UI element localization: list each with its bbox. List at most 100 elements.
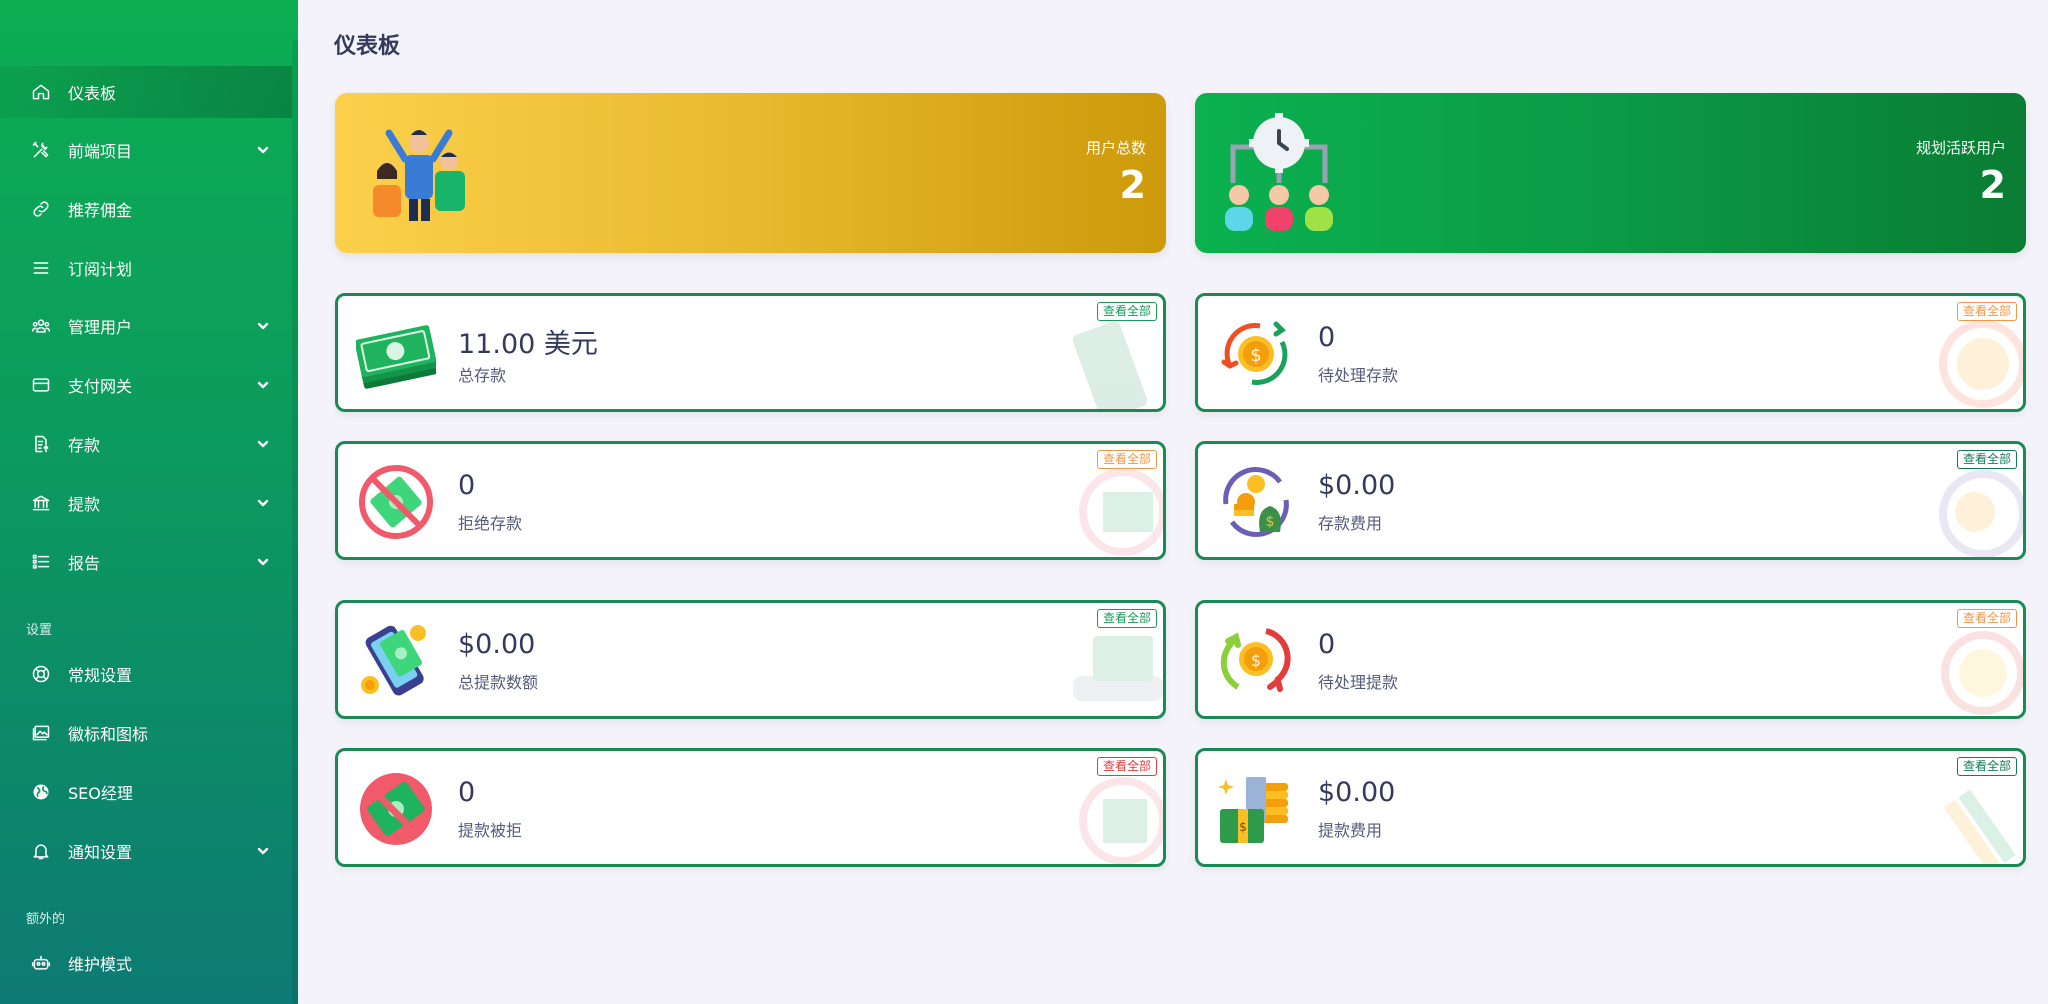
sidebar-item-plans[interactable]: 订阅计划 xyxy=(0,242,292,294)
view-all-button[interactable]: 查看全部 xyxy=(1096,450,1157,469)
stat-value: 0 xyxy=(1318,322,1336,353)
tools-icon xyxy=(30,139,52,161)
page-title: 仪表板 xyxy=(334,34,401,59)
stat-card-pending-deposits[interactable]: $ 0 待处理存款 查看全部 xyxy=(1195,293,2026,412)
view-all-button[interactable]: 查看全部 xyxy=(1956,757,2017,776)
chevron-down-icon xyxy=(256,318,270,332)
rejected-watermark-icon xyxy=(1079,468,1163,556)
fees-watermark-icon xyxy=(1939,470,2023,557)
users-icon xyxy=(30,315,52,337)
team-celebration-icon xyxy=(373,129,465,221)
stat-value: $0.00 xyxy=(458,629,536,660)
stat-card-rejected-withdrawals[interactable]: 0 提款被拒 查看全部 xyxy=(335,748,1166,867)
active-plan-users-value: 2 xyxy=(1979,163,2006,207)
stat-caption: 存款费用 xyxy=(1318,514,1383,533)
view-all-button[interactable]: 查看全部 xyxy=(1956,609,2017,628)
coin-cycle-icon: $ xyxy=(1221,321,1288,385)
sidebar-item-label: 前端项目 xyxy=(68,142,133,161)
list-icon xyxy=(30,257,52,279)
stat-value: $0.00 xyxy=(1318,777,1396,808)
view-all-button[interactable]: 查看全部 xyxy=(1096,302,1157,321)
sidebar-item-label: 存款 xyxy=(68,436,101,455)
bell-icon xyxy=(30,840,52,862)
sidebar-item-dashboard[interactable]: 仪表板 xyxy=(0,66,292,118)
sidebar-item-reports[interactable]: 报告 xyxy=(0,536,292,588)
sidebar-item-label: 常规设置 xyxy=(68,666,133,685)
deposit-icon xyxy=(30,433,52,455)
stat-caption: 总存款 xyxy=(458,366,507,385)
team-schedule-icon xyxy=(1225,113,1333,231)
view-all-button[interactable]: 查看全部 xyxy=(1956,450,2017,469)
money-rejected-icon xyxy=(360,773,432,845)
svg-text:$: $ xyxy=(1251,651,1261,670)
svg-text:$: $ xyxy=(1239,820,1247,834)
link-icon xyxy=(30,198,52,220)
chevron-down-icon xyxy=(256,495,270,509)
report-list-icon xyxy=(30,551,52,573)
sidebar-item-label: 订阅计划 xyxy=(68,260,133,279)
sidebar-item-seo[interactable]: SEO经理 xyxy=(0,766,292,818)
sidebar-item-referral[interactable]: 推荐佣金 xyxy=(0,183,292,235)
active-plan-users-card[interactable]: 规划活跃用户 2 xyxy=(1195,93,2026,253)
rejected-withdraw-watermark-icon xyxy=(1079,777,1163,864)
cash-and-coins-icon: $ xyxy=(1218,777,1288,843)
globe-icon xyxy=(30,781,52,803)
sidebar: 仪表板 前端项目 推荐佣金 订阅计划 管理用户 支付网关 存款 提款 报告 设置… xyxy=(0,0,298,1004)
stat-card-total-deposits[interactable]: 11.00 美元 总存款 查看全部 xyxy=(335,293,1166,412)
view-all-button[interactable]: 查看全部 xyxy=(1956,302,2017,321)
sidebar-item-users[interactable]: 管理用户 xyxy=(0,300,292,352)
stat-caption: 提款被拒 xyxy=(458,821,523,840)
stat-card-rejected-deposits[interactable]: 0 拒绝存款 查看全部 xyxy=(335,441,1166,560)
fees-withdraw-watermark-icon xyxy=(1943,789,2016,864)
robot-icon xyxy=(30,952,52,974)
stat-value: 0 xyxy=(1318,629,1336,660)
total-users-card[interactable]: 用户总数 2 xyxy=(335,93,1166,253)
active-plan-users-label: 规划活跃用户 xyxy=(1915,139,2006,157)
sidebar-item-label: 维护模式 xyxy=(68,955,133,974)
sidebar-item-maintenance[interactable]: 维护模式 xyxy=(0,937,292,989)
total-users-value: 2 xyxy=(1119,163,1146,207)
stat-card-withdrawal-fees[interactable]: $ $0.00 提款费用 查看全部 xyxy=(1195,748,2026,867)
sidebar-scrollbar[interactable] xyxy=(292,40,298,1004)
sidebar-section-extra: 额外的 xyxy=(26,912,66,927)
sidebar-item-frontend[interactable]: 前端项目 xyxy=(0,124,292,176)
svg-text:$: $ xyxy=(1250,345,1261,366)
chevron-down-icon xyxy=(256,843,270,857)
stat-value: 0 xyxy=(458,470,476,501)
stat-caption: 总提款数额 xyxy=(458,673,539,692)
sidebar-item-label: 提款 xyxy=(68,495,101,514)
sidebar-item-gateways[interactable]: 支付网关 xyxy=(0,359,292,411)
money-exchange-icon: $ xyxy=(1223,467,1289,537)
chevron-down-icon xyxy=(256,436,270,450)
view-all-button[interactable]: 查看全部 xyxy=(1096,757,1157,776)
stat-caption: 待处理提款 xyxy=(1318,673,1399,692)
cash-stack-icon xyxy=(356,325,436,389)
sidebar-item-notifications[interactable]: 通知设置 xyxy=(0,825,292,877)
home-icon xyxy=(30,81,52,103)
sidebar-section-settings: 设置 xyxy=(26,623,53,638)
view-all-button[interactable]: 查看全部 xyxy=(1096,609,1157,628)
sidebar-item-withdrawals[interactable]: 提款 xyxy=(0,477,292,529)
sidebar-item-general-settings[interactable]: 常规设置 xyxy=(0,648,292,700)
lifebuoy-icon xyxy=(30,663,52,685)
refresh-watermark-icon xyxy=(1941,631,2023,715)
stat-value: $0.00 xyxy=(1318,470,1396,501)
withdraw-watermark-icon xyxy=(1073,636,1163,701)
chevron-down-icon xyxy=(256,142,270,156)
bank-icon xyxy=(30,492,52,514)
stat-card-deposit-fees[interactable]: $ $0.00 存款费用 查看全部 xyxy=(1195,441,2026,560)
stat-value: 0 xyxy=(458,777,476,808)
coin-watermark-icon xyxy=(1939,320,2023,408)
sidebar-item-label: SEO经理 xyxy=(68,784,133,803)
total-users-label: 用户总数 xyxy=(1085,139,1146,157)
stat-card-pending-withdrawals[interactable]: $ 0 待处理提款 查看全部 xyxy=(1195,600,2026,719)
stat-caption: 拒绝存款 xyxy=(458,514,523,533)
sidebar-item-deposits[interactable]: 存款 xyxy=(0,418,292,470)
stat-caption: 提款费用 xyxy=(1318,821,1383,840)
stat-card-total-withdrawals[interactable]: $0.00 总提款数额 查看全部 xyxy=(335,600,1166,719)
coin-refresh-icon: $ xyxy=(1220,628,1291,692)
sidebar-item-logo-favicon[interactable]: 徽标和图标 xyxy=(0,707,292,759)
sidebar-item-label: 支付网关 xyxy=(68,377,133,396)
stat-caption: 待处理存款 xyxy=(1318,366,1399,385)
sidebar-item-label: 徽标和图标 xyxy=(68,725,149,744)
